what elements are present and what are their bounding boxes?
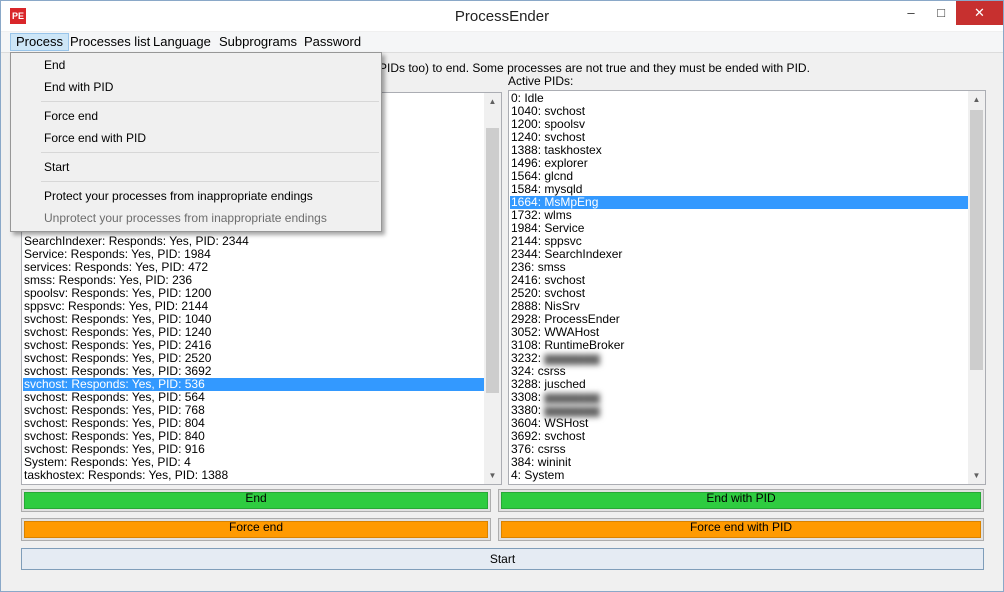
scroll-up-icon[interactable]: ▲ <box>484 93 501 110</box>
app-window: PE ProcessEnder – □ ✕ Process Processes … <box>0 0 1004 592</box>
list-item[interactable]: 3232: ▆▆▆▆▆▆ <box>510 352 968 365</box>
end-with-pid-button-label: End with PID <box>501 492 981 509</box>
menu-separator <box>41 181 379 182</box>
scroll-up-icon[interactable]: ▲ <box>968 91 985 108</box>
active-pids-scrollbar[interactable]: ▲ ▼ <box>968 91 985 484</box>
force-end-with-pid-button-label: Force end with PID <box>501 521 981 538</box>
end-button-label: End <box>24 492 488 509</box>
scroll-thumb[interactable] <box>970 110 983 370</box>
menu-subprograms[interactable]: Subprograms <box>214 33 302 51</box>
list-item[interactable]: 1496: explorer <box>510 157 968 170</box>
menu-processes-list[interactable]: Processes list <box>65 33 155 51</box>
list-item[interactable]: 1664: MsMpEng <box>510 196 968 209</box>
force-end-button-label: Force end <box>24 521 488 538</box>
menu-item-force-end-with-pid[interactable]: Force end with PID <box>44 127 146 149</box>
menu-separator <box>41 152 379 153</box>
process-list-rows: SearchIndexer: Responds: Yes, PID: 2344 S… <box>23 235 484 482</box>
force-end-button[interactable]: Force end <box>21 518 491 541</box>
instruction-text: PIDs too) to end. Some processes are not… <box>379 61 810 75</box>
maximize-button[interactable]: □ <box>926 1 956 25</box>
menu-item-unprotect: Unprotect your processes from inappropri… <box>44 211 327 225</box>
end-with-pid-button[interactable]: End with PID <box>498 489 984 512</box>
window-title: ProcessEnder <box>454 8 550 25</box>
process-list-scrollbar[interactable]: ▲ ▼ <box>484 93 501 484</box>
process-menu-dropdown: End End with PID Force end Force end wit… <box>10 52 382 232</box>
redacted-name: ▆▆▆▆▆▆ <box>544 351 600 365</box>
menu-item-start[interactable]: Start <box>44 156 69 178</box>
title-bar[interactable]: PE ProcessEnder – □ ✕ <box>1 1 1003 31</box>
menu-item-force-end[interactable]: Force end <box>44 105 98 127</box>
menu-language[interactable]: Language <box>148 33 216 51</box>
active-pids-rows: 0: Idle 1040: svchost 1200: spoolsv 1240: s… <box>510 92 968 482</box>
scroll-down-icon[interactable]: ▼ <box>968 467 985 484</box>
start-button[interactable]: Start <box>21 548 984 570</box>
menu-item-end[interactable]: End <box>44 54 65 76</box>
force-end-with-pid-button[interactable]: Force end with PID <box>498 518 984 541</box>
end-button[interactable]: End <box>21 489 491 512</box>
menu-password[interactable]: Password <box>299 33 366 51</box>
menu-item-protect[interactable]: Protect your processes from inappropriat… <box>44 185 313 207</box>
active-pids-label: Active PIDs: <box>508 74 574 88</box>
list-item[interactable]: 2344: SearchIndexer <box>510 248 968 261</box>
redacted-name: ▆▆▆▆▆▆ <box>544 403 600 417</box>
redacted-name: ▆▆▆▆▆▆ <box>544 390 600 404</box>
list-item[interactable]: 3380: ▆▆▆▆▆▆ <box>510 404 968 417</box>
menu-process[interactable]: Process <box>10 33 69 51</box>
list-item[interactable]: 384: wininit <box>510 456 968 469</box>
close-button[interactable]: ✕ <box>956 1 1003 25</box>
minimize-button[interactable]: – <box>896 1 926 25</box>
menu-separator <box>41 101 379 102</box>
list-item[interactable]: taskhostex: Responds: Yes, PID: 1388 <box>23 469 484 482</box>
list-item[interactable]: 376: csrss <box>510 443 968 456</box>
active-pids-list[interactable]: 0: Idle 1040: svchost 1200: spoolsv 1240: s… <box>508 90 986 485</box>
list-item[interactable]: 3692: svchost <box>510 430 968 443</box>
scroll-thumb[interactable] <box>486 128 499 393</box>
menu-bar: Process Processes list Language Subprogr… <box>1 32 1003 53</box>
menu-item-end-with-pid[interactable]: End with PID <box>44 76 113 98</box>
list-item[interactable]: 4: System <box>510 469 968 482</box>
scroll-down-icon[interactable]: ▼ <box>484 467 501 484</box>
